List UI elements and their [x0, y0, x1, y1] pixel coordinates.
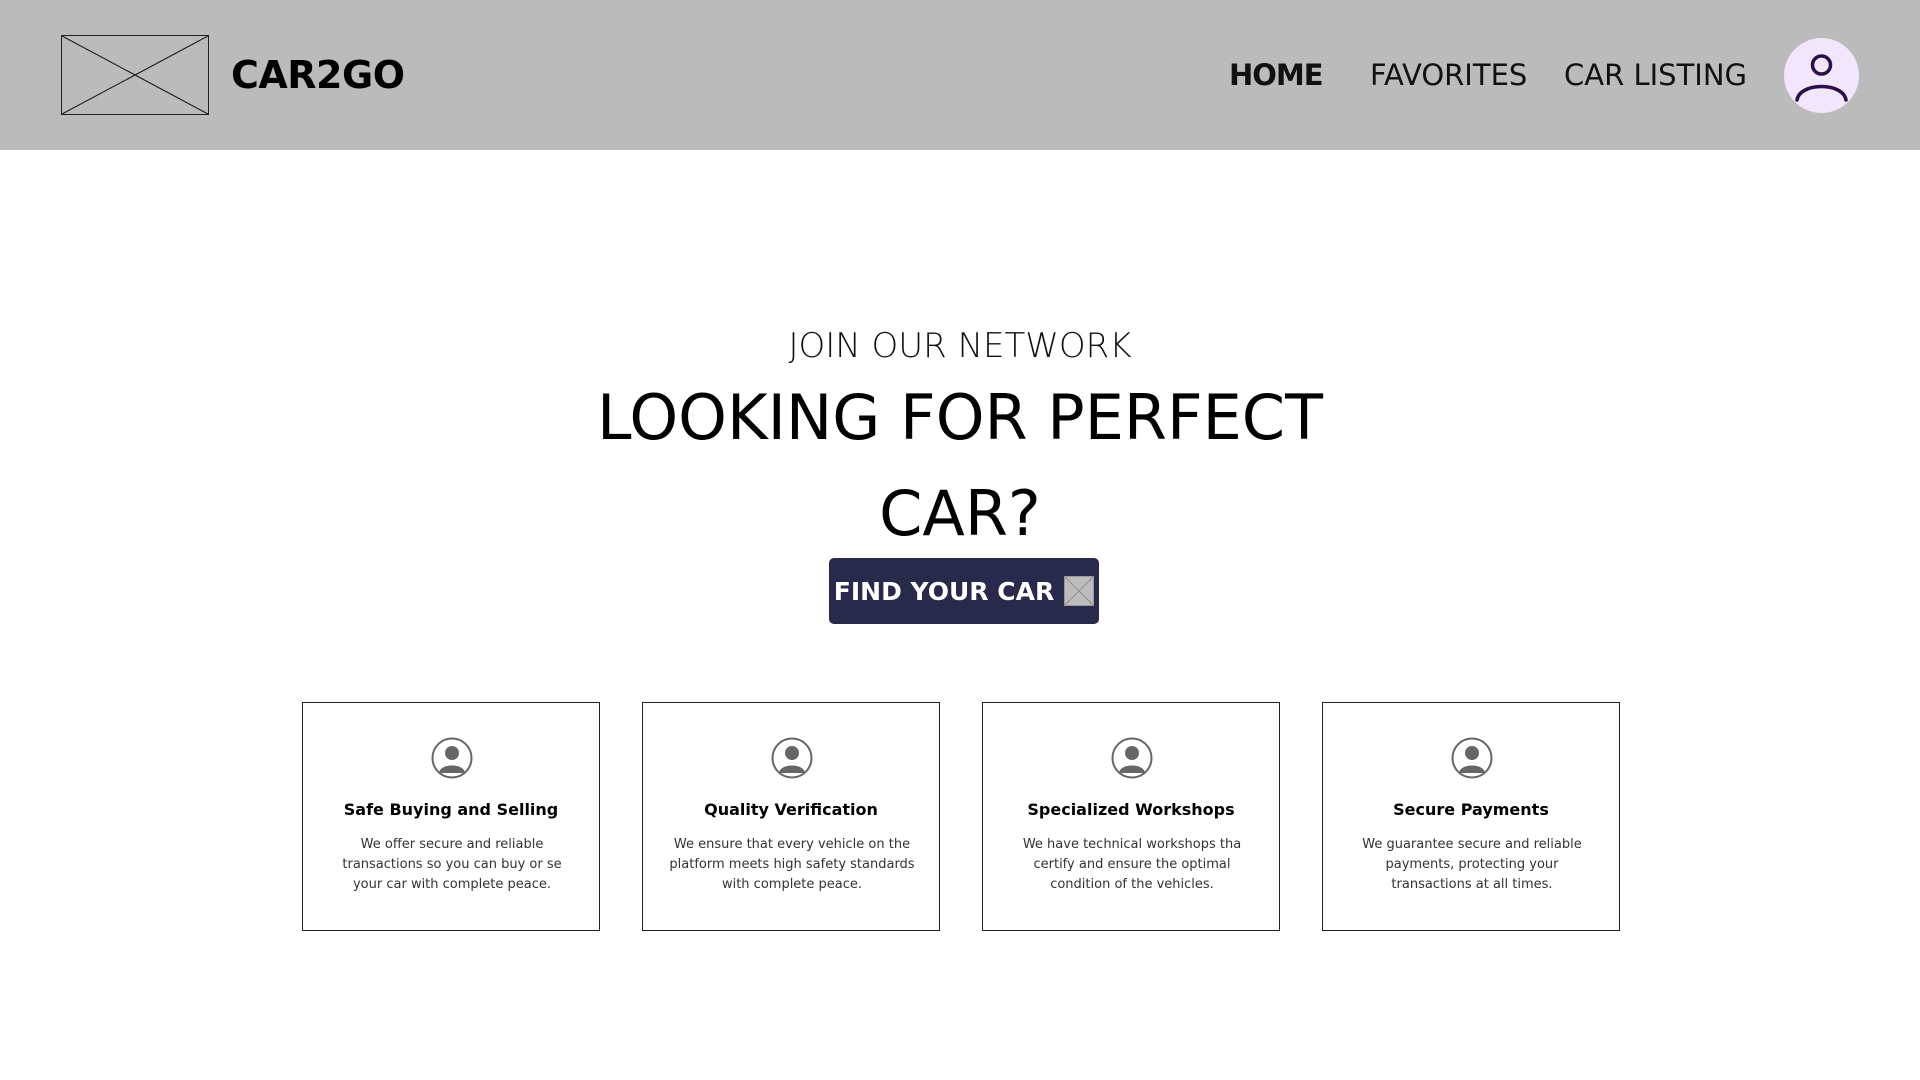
user-avatar-button[interactable] — [1784, 38, 1859, 113]
feature-title: Secure Payments — [1393, 800, 1549, 819]
nav-favorites-link[interactable]: FAVORITES — [1370, 52, 1527, 98]
top-header: CAR2GO HOME FAVORITES CAR LISTING — [0, 0, 1920, 150]
feature-title: Safe Buying and Selling — [343, 800, 559, 819]
person-icon — [771, 737, 813, 779]
find-your-car-button[interactable]: FIND YOUR CAR — [829, 558, 1099, 624]
feature-card-specialized-workshops: Specialized Workshops We have technical … — [982, 702, 1280, 931]
person-icon — [431, 737, 473, 779]
nav-car-listing-link[interactable]: CAR LISTING — [1564, 52, 1747, 98]
image-placeholder-icon — [1064, 576, 1095, 606]
logo-placeholder-icon[interactable] — [61, 35, 209, 115]
feature-title: Quality Verification — [704, 800, 878, 819]
user-icon — [1795, 54, 1848, 102]
brand-name[interactable]: CAR2GO — [231, 48, 405, 102]
person-icon — [1451, 737, 1493, 779]
feature-title: Specialized Workshops — [1027, 800, 1235, 819]
feature-description: We ensure that every vehicle on the plat… — [669, 837, 915, 892]
nav-home-link[interactable]: HOME — [1229, 52, 1324, 98]
find-your-car-label: FIND YOUR CAR — [833, 576, 1055, 606]
feature-description: We have technical workshops tha certify … — [1022, 837, 1242, 892]
feature-description: We guarantee secure and reliable payment… — [1362, 837, 1582, 892]
person-icon — [1111, 737, 1153, 779]
feature-card-secure-payments: Secure Payments We guarantee secure and … — [1322, 702, 1620, 931]
feature-card-quality-verification: Quality Verification We ensure that ever… — [642, 702, 940, 931]
hero-title: LOOKING FOR PERFECT CAR? — [597, 381, 1323, 550]
feature-card-safe-buying: Safe Buying and Selling We offer secure … — [302, 702, 600, 931]
feature-description: We offer secure and reliable transaction… — [342, 837, 562, 892]
hero-kicker: JOIN OUR NETWORK — [788, 326, 1132, 366]
